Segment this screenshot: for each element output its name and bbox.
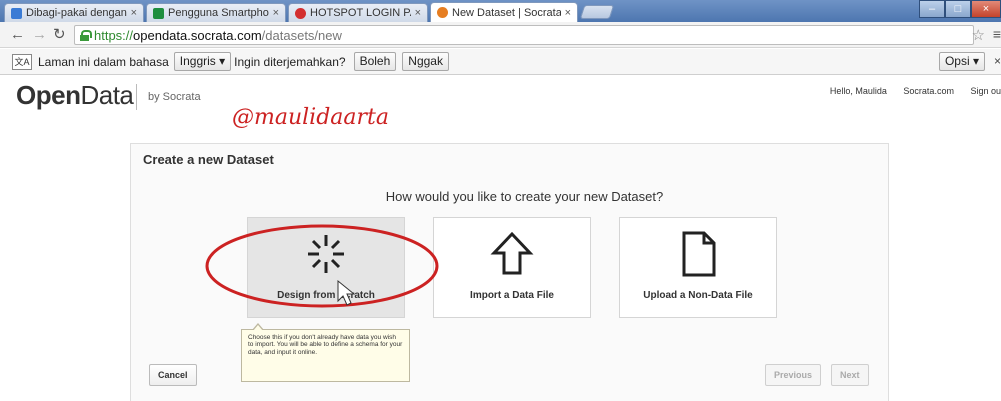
close-window-icon[interactable]: × bbox=[971, 0, 1001, 18]
create-dataset-panel: Create a new Dataset How would you like … bbox=[130, 143, 889, 401]
tab-label: HOTSPOT LOGIN PAGE bbox=[310, 7, 411, 19]
tab-dibagi-pakai[interactable]: Dibagi-pakai dengan saya × bbox=[4, 3, 144, 22]
tab-new-dataset[interactable]: New Dataset | Socrata × bbox=[430, 2, 578, 22]
menu-icon[interactable]: ≡ bbox=[993, 26, 1001, 42]
url-scheme: https:// bbox=[94, 27, 134, 43]
close-translate-bar-icon[interactable]: × bbox=[994, 54, 1001, 68]
minimize-window-icon[interactable]: – bbox=[919, 0, 945, 18]
option-label: Upload a Non-Data File bbox=[643, 290, 753, 301]
sign-out-link[interactable]: Sign ou bbox=[970, 86, 1001, 96]
hotspot-favicon-icon bbox=[295, 7, 306, 19]
next-button[interactable]: Next bbox=[831, 364, 869, 386]
browser-tab-strip: Dibagi-pakai dengan saya × Pengguna Smar… bbox=[0, 0, 1001, 22]
drive-favicon-icon bbox=[11, 7, 22, 19]
address-bar[interactable]: https:// opendata.socrata.com /datasets/… bbox=[74, 25, 974, 45]
lock-icon bbox=[79, 29, 92, 41]
close-tab-icon[interactable]: × bbox=[273, 7, 279, 19]
opendata-logo[interactable]: OpenData bbox=[16, 80, 134, 111]
option-label: Design from Scratch bbox=[277, 290, 375, 301]
socrata-link[interactable]: Socrata.com bbox=[903, 86, 954, 96]
previous-button[interactable]: Previous bbox=[765, 364, 822, 386]
tab-pengguna-smartphone[interactable]: Pengguna Smartphone - I × bbox=[146, 3, 286, 22]
option-label: Import a Data File bbox=[470, 290, 554, 301]
translate-yes-button[interactable]: Boleh bbox=[353, 52, 397, 71]
dropdown-arrow-icon: ▾ bbox=[972, 54, 979, 68]
close-tab-icon[interactable]: × bbox=[565, 7, 571, 19]
language-value: Inggris bbox=[179, 54, 216, 68]
options-label: Opsi bbox=[944, 54, 970, 68]
tab-label: Pengguna Smartphone - I bbox=[168, 7, 269, 19]
logo-divider bbox=[136, 84, 137, 110]
option-upload-non-data-file[interactable]: Upload a Non-Data File bbox=[619, 217, 777, 318]
browser-toolbar: ← → ↻ https:// opendata.socrata.com /dat… bbox=[0, 22, 1001, 48]
translate-icon: 文A bbox=[12, 53, 32, 70]
dropdown-arrow-icon: ▾ bbox=[219, 54, 226, 68]
reload-icon[interactable]: ↻ bbox=[53, 26, 66, 44]
translate-text: Laman ini dalam bahasa bbox=[38, 54, 169, 69]
sheets-favicon-icon bbox=[153, 7, 164, 19]
wizard-question: How would you like to create your new Da… bbox=[385, 189, 664, 204]
option-design-from-scratch[interactable]: Design from Scratch bbox=[247, 217, 405, 318]
socrata-favicon-icon bbox=[437, 7, 448, 18]
option-import-data-file[interactable]: Import a Data File bbox=[433, 217, 591, 318]
spark-icon bbox=[308, 235, 344, 273]
forward-arrow-icon[interactable]: → bbox=[32, 26, 47, 44]
logo-bold: Open bbox=[16, 80, 81, 110]
upload-arrow-icon bbox=[490, 231, 534, 275]
translate-no-button[interactable]: Nggak bbox=[402, 52, 449, 71]
tab-label: New Dataset | Socrata bbox=[452, 6, 561, 19]
by-socrata: by Socrata bbox=[148, 91, 201, 103]
maximize-window-icon[interactable]: □ bbox=[945, 0, 971, 18]
close-tab-icon[interactable]: × bbox=[131, 7, 137, 19]
translate-options-button[interactable]: Opsi ▾ bbox=[938, 52, 985, 71]
new-tab-button[interactable] bbox=[579, 5, 615, 19]
cancel-button[interactable]: Cancel bbox=[149, 364, 197, 386]
panel-title: Create a new Dataset bbox=[143, 152, 274, 167]
logo-light: Data bbox=[80, 80, 134, 110]
url-path: /datasets/new bbox=[261, 27, 342, 43]
user-greeting[interactable]: Hello, Maulida bbox=[830, 86, 887, 96]
tab-hotspot-login[interactable]: HOTSPOT LOGIN PAGE × bbox=[288, 3, 428, 22]
back-arrow-icon[interactable]: ← bbox=[10, 26, 25, 44]
document-icon bbox=[682, 231, 716, 277]
user-nav: Hello, Maulida Socrata.com Sign ou bbox=[830, 86, 1001, 96]
language-select[interactable]: Inggris ▾ bbox=[173, 52, 232, 71]
watermark-annotation: @maulidaarta bbox=[232, 105, 390, 130]
tab-label: Dibagi-pakai dengan saya bbox=[26, 7, 127, 19]
translate-bar: 文A Laman ini dalam bahasa Inggris ▾ Ingi… bbox=[0, 49, 1001, 75]
translate-question: Ingin diterjemahkan? bbox=[234, 54, 346, 69]
option-tooltip: Choose this if you don't already have da… bbox=[241, 323, 410, 382]
close-tab-icon[interactable]: × bbox=[415, 7, 421, 19]
url-host: opendata.socrata.com bbox=[133, 27, 262, 43]
bookmark-star-icon[interactable]: ☆ bbox=[972, 26, 985, 44]
window-controls: – □ × bbox=[919, 0, 1001, 18]
